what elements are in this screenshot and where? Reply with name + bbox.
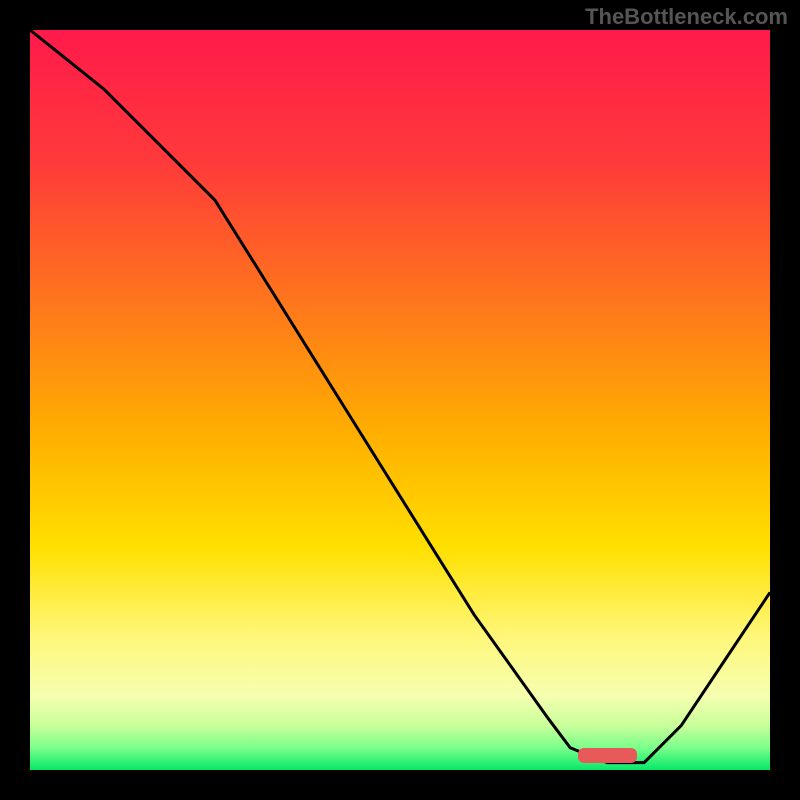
curve-line <box>30 30 770 763</box>
highlight-marker <box>578 748 637 763</box>
plot-area <box>30 30 770 770</box>
curve-layer <box>30 30 770 770</box>
watermark-text: TheBottleneck.com <box>585 4 788 30</box>
chart-container: TheBottleneck.com <box>0 0 800 800</box>
